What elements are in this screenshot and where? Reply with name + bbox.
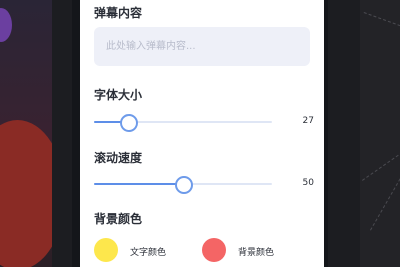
purple-shape xyxy=(0,8,12,42)
slider-thumb[interactable] xyxy=(175,176,193,194)
scroll-speed-slider[interactable] xyxy=(94,176,272,194)
dashed-line xyxy=(362,134,400,181)
font-size-value: 27 xyxy=(302,116,314,126)
background-color-label: 背景颜色 xyxy=(238,248,275,258)
background-left-decoration xyxy=(0,0,52,267)
red-shape xyxy=(0,120,52,267)
danmaku-settings-panel: 弹幕内容 字体大小 27 滚动速度 50 背景颜色 文字颜色 背景颜色 xyxy=(80,0,324,267)
danmaku-content-input[interactable] xyxy=(94,27,310,66)
font-size-slider[interactable] xyxy=(94,114,272,132)
content-heading: 弹幕内容 xyxy=(94,6,143,20)
scroll-speed-value: 50 xyxy=(302,178,314,188)
dashed-line xyxy=(363,12,400,41)
font-size-heading: 字体大小 xyxy=(94,88,143,102)
slider-fill xyxy=(94,183,183,185)
slider-thumb[interactable] xyxy=(119,114,138,132)
background-color-heading: 背景颜色 xyxy=(94,212,143,226)
background-color-swatch[interactable] xyxy=(202,238,226,262)
scroll-speed-heading: 滚动速度 xyxy=(94,151,143,165)
text-color-swatch[interactable] xyxy=(94,238,118,262)
background-right-decoration xyxy=(360,0,400,267)
text-color-label: 文字颜色 xyxy=(130,248,167,258)
